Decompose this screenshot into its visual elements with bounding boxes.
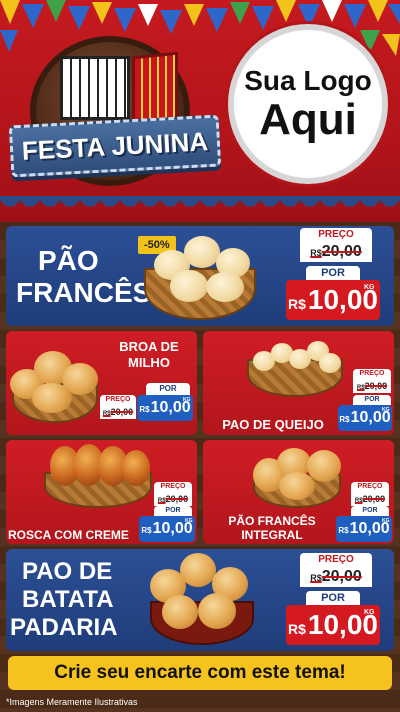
unit-kg: KG xyxy=(382,518,390,524)
old-price: R$20,00 xyxy=(353,379,391,393)
old-price: R$20,00 xyxy=(351,492,389,506)
product-name: ROSCA COM CREME xyxy=(8,528,129,542)
por-label: POR xyxy=(306,266,360,280)
product-card-pao-de-batata[interactable]: PAO DE BATATA PADARIA PREÇO R$20,00 POR … xyxy=(6,549,394,651)
disclaimer-text: *Imagens Meramente Ilustrativas xyxy=(6,697,138,707)
old-price-currency: R$ xyxy=(356,385,365,391)
unit-kg: KG xyxy=(364,609,375,616)
header: FESTA JUNINA Sua Logo Aqui xyxy=(0,0,400,222)
broa-image xyxy=(8,339,102,429)
preco-label: PREÇO xyxy=(351,482,389,492)
product-name-line2: BATATA xyxy=(22,586,114,613)
logo-placeholder[interactable]: Sua Logo Aqui xyxy=(228,24,388,184)
potato-bread-icon xyxy=(198,593,236,629)
product-card-pao-de-queijo[interactable]: PREÇO R$20,00 POR R$ 10,00 KG PAO DE QUE… xyxy=(203,331,394,435)
logo-text-line2: Aqui xyxy=(259,95,357,144)
preco-label: PREÇO xyxy=(154,482,192,492)
pao-de-queijo-image xyxy=(237,335,353,399)
accordion-bellows xyxy=(132,51,178,127)
festa-junina-title: FESTA JUNINA xyxy=(21,125,209,166)
cheese-bread-icon xyxy=(319,353,341,373)
logo-text-line1: Sua Logo xyxy=(244,65,372,96)
old-price: R$20,00 xyxy=(300,242,372,262)
accordion-keys xyxy=(60,56,130,120)
unit-kg: KG xyxy=(183,397,191,403)
new-price-currency: R$ xyxy=(288,296,306,312)
pao-de-batata-image xyxy=(140,549,260,649)
bread-roll-icon xyxy=(206,272,244,302)
old-price-currency: R$ xyxy=(310,248,322,258)
old-price-currency: R$ xyxy=(102,411,111,417)
bread-roll-icon xyxy=(32,383,72,413)
old-price-currency: R$ xyxy=(310,573,322,583)
por-label: POR xyxy=(351,506,389,516)
product-name: PAO DE QUEIJO xyxy=(222,417,324,432)
unit-kg: KG xyxy=(364,284,375,291)
old-price-currency: R$ xyxy=(354,498,363,504)
por-label: POR xyxy=(306,591,360,605)
por-label: POR xyxy=(154,506,192,516)
product-card-pao-frances-integral[interactable]: PREÇO R$20,00 POR R$ 10,00 KG PÃO FRANCÊ… xyxy=(203,440,394,544)
new-price-currency: R$ xyxy=(338,526,349,535)
product-card-rosca-com-creme[interactable]: PREÇO R$20,00 POR R$ 10,00 KG ROSCA COM … xyxy=(6,440,197,544)
product-card-pao-frances[interactable]: PÃO FRANCÊS -50% PREÇO R$20,00 POR R$ 10… xyxy=(6,226,394,326)
product-name-line2: FRANCÊS xyxy=(16,277,152,308)
old-price: R$20,00 xyxy=(154,492,192,506)
product-name-line1: PAO DE xyxy=(22,558,113,585)
preco-label: PREÇO xyxy=(300,553,372,567)
bread-roll-icon xyxy=(184,236,220,268)
old-price-value: 20,00 xyxy=(110,407,134,417)
preco-label: PREÇO xyxy=(300,228,372,242)
new-price-currency: R$ xyxy=(288,621,306,637)
old-price-value: 20,00 xyxy=(364,381,388,391)
product-name-line2: INTEGRAL xyxy=(241,528,303,542)
preco-label: PREÇO xyxy=(100,395,136,405)
product-card-broa-de-milho[interactable]: BROA DE MILHO PREÇO R$20,00 POR R$ 10,00… xyxy=(6,331,197,435)
rosca-image xyxy=(42,442,154,510)
product-name-line1: PÃO xyxy=(38,245,99,276)
cta-banner[interactable]: Crie seu encarte com este tema! xyxy=(8,656,392,690)
unit-kg: KG xyxy=(185,518,193,524)
potato-bread-icon xyxy=(162,595,198,629)
old-price-value: 20,00 xyxy=(321,568,362,585)
preco-label: PREÇO xyxy=(353,369,391,379)
old-price-value: 20,00 xyxy=(165,494,189,504)
old-price-value: 20,00 xyxy=(321,243,362,260)
por-label: POR xyxy=(353,395,391,405)
festa-junina-banner: FESTA JUNINA xyxy=(8,114,222,178)
old-price-value: 20,00 xyxy=(362,494,386,504)
por-label: POR xyxy=(146,383,190,395)
old-price: R$20,00 xyxy=(100,405,136,419)
product-name-line1: PÃO FRANCÊS xyxy=(228,514,316,528)
product-name-line1: BROA DE xyxy=(119,339,179,354)
product-name-line2: MILHO xyxy=(128,355,170,370)
rosca-icon xyxy=(122,450,150,486)
pao-integral-image xyxy=(249,444,345,510)
bread-roll-icon xyxy=(279,472,315,500)
old-price-currency: R$ xyxy=(157,498,166,504)
bread-roll-icon xyxy=(307,450,341,482)
product-name-line3: PADARIA xyxy=(10,614,118,641)
unit-kg: KG xyxy=(382,407,390,413)
bread-basket-image xyxy=(140,228,260,324)
old-price: R$20,00 xyxy=(300,567,372,587)
new-price-currency: R$ xyxy=(339,415,350,424)
bread-roll-icon xyxy=(170,270,208,302)
new-price-currency: R$ xyxy=(139,405,150,414)
potato-bread-icon xyxy=(180,553,216,587)
new-price-currency: R$ xyxy=(141,526,152,535)
